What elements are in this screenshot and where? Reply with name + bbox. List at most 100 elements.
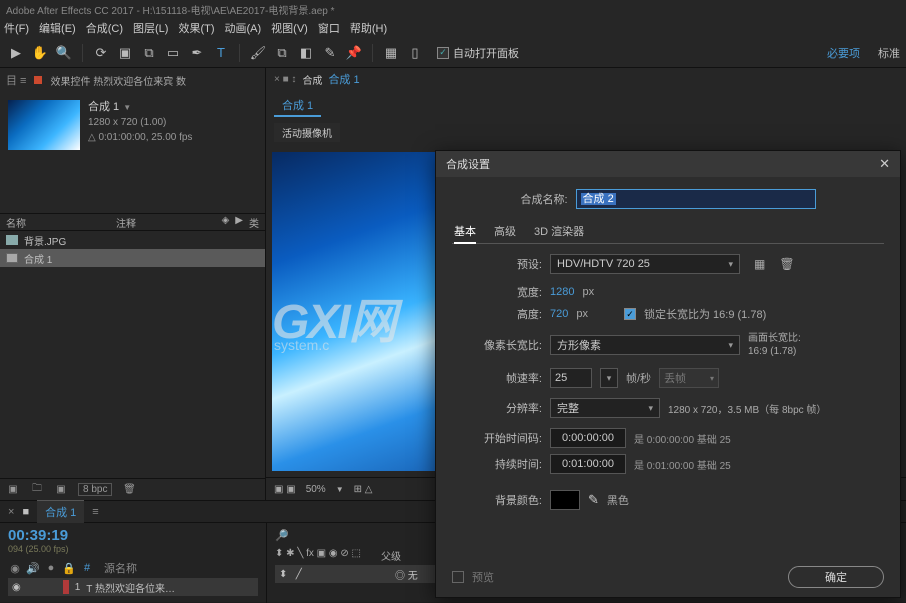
comp-name-input[interactable]: 合成 2 — [576, 189, 816, 209]
parent-none[interactable]: ◎ 无 — [395, 567, 418, 582]
start-tc-info: 是 0:00:00:00 基础 25 — [634, 431, 731, 446]
workspace-standard[interactable]: 标准 — [878, 45, 900, 61]
workspace-links: 必要项 标准 — [827, 45, 900, 61]
rotate-tool-icon[interactable]: ⟳ — [91, 43, 111, 63]
close-icon[interactable]: ✕ — [879, 156, 890, 172]
fps-input[interactable]: 25 — [550, 368, 592, 388]
ok-button[interactable]: 确定 — [788, 566, 884, 588]
lock-col-icon[interactable]: 🔒 — [62, 562, 76, 575]
eye-col-icon[interactable]: ◉ — [8, 562, 22, 575]
bgcolor-swatch[interactable] — [550, 490, 580, 510]
layer-row-1[interactable]: ◉ 1 T 热烈欢迎各位来… — [8, 578, 258, 596]
layer-index: 1 — [75, 582, 81, 593]
dialog-titlebar[interactable]: 合成设置 ✕ — [436, 151, 900, 177]
zoom-tool-icon[interactable]: 🔍 — [54, 43, 74, 63]
puppet-tool-icon[interactable]: 📌 — [344, 43, 364, 63]
menu-file[interactable]: 件(F) — [4, 20, 29, 36]
start-tc-input[interactable]: 0:00:00:00 — [550, 428, 626, 448]
viewer-comp-link[interactable]: 合成 1 — [328, 71, 359, 87]
separator — [82, 44, 83, 62]
menu-window[interactable]: 窗口 — [318, 20, 340, 36]
layer-switches-header: ◉ 🔊 ● 🔒 # 源名称 — [8, 560, 258, 576]
fps-dropdown-icon[interactable]: ▾ — [600, 368, 618, 388]
eye-toggle-icon[interactable]: ◉ — [12, 582, 21, 593]
search-icon[interactable]: 🔎 — [275, 529, 289, 542]
folder-icon[interactable]: 🗀 — [30, 483, 44, 497]
solo-col-icon[interactable]: ● — [44, 562, 58, 574]
source-name-col[interactable]: 源名称 — [104, 560, 137, 576]
selection-tool-icon[interactable]: ▶ — [6, 43, 26, 63]
par-label: 像素长宽比: — [452, 337, 542, 353]
project-item-jpg[interactable]: 背景.JPG — [0, 231, 265, 249]
col-type[interactable]: ◈▶类 — [222, 215, 259, 230]
preview-label: 预览 — [472, 569, 494, 585]
titlebar: Adobe After Effects CC 2017 - H:\151118-… — [0, 0, 906, 18]
comp-thumbnail[interactable] — [8, 100, 80, 150]
auto-open-panel-check[interactable]: ✓ 自动打开面板 — [437, 45, 519, 61]
par-dropdown[interactable]: 方形像素▾ — [550, 335, 740, 355]
bgcolor-label: 背景颜色: — [452, 492, 542, 508]
effect-controls-tab[interactable]: 目 ≡ 效果控件 热烈欢迎各位来宾 数 — [0, 68, 265, 92]
menu-comp[interactable]: 合成(C) — [86, 20, 123, 36]
lock-aspect-checkbox[interactable]: ✓ — [624, 308, 636, 320]
new-comp-icon[interactable]: ▣ — [54, 483, 68, 497]
bpc-indicator[interactable]: 8 bpc — [78, 483, 112, 496]
eyedropper-icon[interactable]: ✎ — [588, 492, 599, 508]
tab-basic[interactable]: 基本 — [454, 223, 476, 244]
menu-edit[interactable]: 编辑(E) — [39, 20, 76, 36]
col-note[interactable]: 注释 — [116, 215, 136, 230]
workspace-essentials[interactable]: 必要项 — [827, 45, 860, 61]
active-camera-label[interactable]: 活动摄像机 — [274, 123, 340, 142]
trash-icon[interactable]: 🗑 — [122, 483, 136, 497]
parent-col[interactable]: 父级 — [381, 548, 401, 563]
tab-3d-renderer[interactable]: 3D 渲染器 — [534, 223, 584, 239]
menu-view[interactable]: 视图(V) — [271, 20, 308, 36]
preset-dropdown[interactable]: HDV/HDTV 720 25▾ — [550, 254, 740, 274]
resolution-dropdown[interactable]: 完整▾ — [550, 398, 660, 418]
label-color-icon[interactable] — [63, 580, 69, 594]
project-item-comp[interactable]: 合成 1 — [0, 249, 265, 267]
menu-anim[interactable]: 动画(A) — [225, 20, 262, 36]
composition-icon — [6, 253, 18, 263]
height-value[interactable]: 720 — [550, 308, 568, 320]
audio-col-icon[interactable]: 🔊 — [26, 562, 40, 575]
close-tab-icon[interactable]: × — [8, 506, 14, 518]
timeline-tab-active[interactable]: 合成 1 — [37, 500, 84, 523]
interpret-icon[interactable]: ▣ — [6, 483, 20, 497]
menu-help[interactable]: 帮助(H) — [350, 20, 387, 36]
pan-behind-tool-icon[interactable]: ⧉ — [139, 43, 159, 63]
hand-tool-icon[interactable]: ✋ — [30, 43, 50, 63]
delete-preset-icon[interactable]: 🗑 — [779, 257, 794, 271]
timecode[interactable]: 00:39:19 — [8, 527, 258, 544]
preset-label: 预设: — [452, 256, 542, 272]
grid-icon[interactable]: ▦ — [381, 43, 401, 63]
height-label: 高度: — [452, 306, 542, 322]
save-preset-icon[interactable]: ▦ — [754, 257, 765, 271]
tab-advanced[interactable]: 高级 — [494, 223, 516, 239]
zoom-level[interactable]: 50% — [306, 484, 326, 495]
viewer-sub-tab[interactable]: 合成 1 — [274, 95, 321, 117]
camera-tool-icon[interactable]: ▣ — [115, 43, 135, 63]
width-value[interactable]: 1280 — [550, 286, 574, 298]
preview-checkbox[interactable] — [452, 571, 464, 583]
tab-marker-icon: ■ — [22, 506, 29, 518]
snap-icon[interactable]: ▯ — [405, 43, 425, 63]
label-col-icon[interactable]: # — [80, 562, 94, 574]
menu-layer[interactable]: 图层(L) — [133, 20, 168, 36]
comp-name[interactable]: 合成 1▼ — [88, 100, 192, 115]
shape-tool-icon[interactable]: ▭ — [163, 43, 183, 63]
panel-menu-icon[interactable]: × ■ ↕ — [274, 74, 296, 85]
text-tool-icon[interactable]: T — [211, 43, 231, 63]
brush-tool-icon[interactable]: 🖌 — [248, 43, 268, 63]
menu-effect[interactable]: 效果(T) — [178, 20, 214, 36]
col-name[interactable]: 名称 — [6, 215, 26, 230]
eraser-tool-icon[interactable]: ◧ — [296, 43, 316, 63]
viewer-tool-icon[interactable]: ⊞ △ — [354, 484, 373, 495]
clone-tool-icon[interactable]: ⧉ — [272, 43, 292, 63]
roto-tool-icon[interactable]: ✎ — [320, 43, 340, 63]
fps-label: 帧速率: — [452, 370, 542, 386]
duration-input[interactable]: 0:01:00:00 — [550, 454, 626, 474]
pen-tool-icon[interactable]: ✒ — [187, 43, 207, 63]
viewer-opts-icon[interactable]: ▣ ▣ — [274, 484, 296, 495]
duration-info: 是 0:01:00:00 基础 25 — [634, 457, 731, 472]
